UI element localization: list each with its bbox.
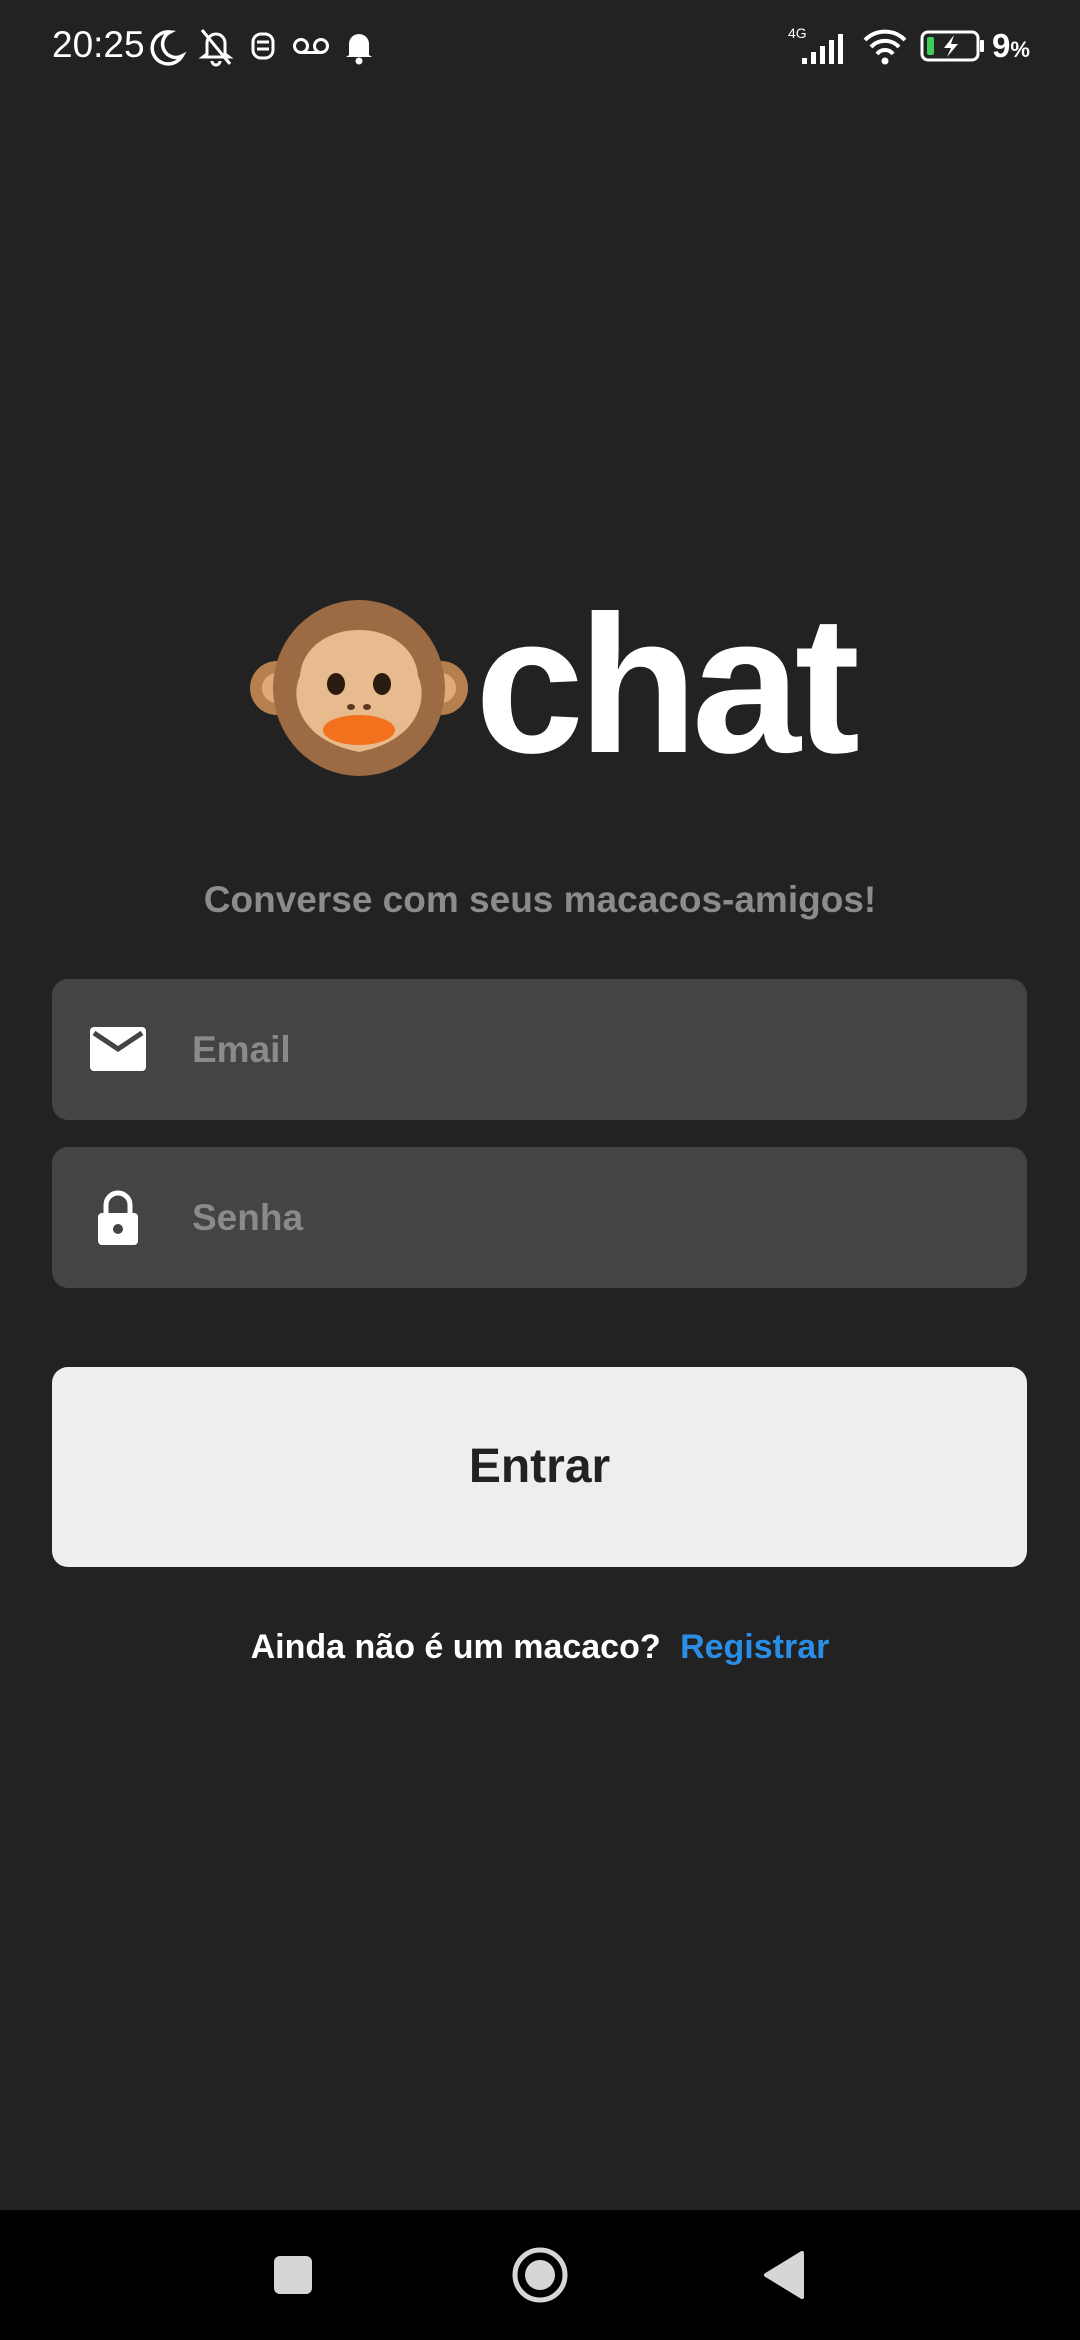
wifi-icon	[863, 29, 907, 65]
register-row: Ainda não é um macaco? Registrar	[0, 1620, 1080, 1674]
recents-button[interactable]	[223, 2210, 363, 2340]
battery-charging-icon	[920, 30, 984, 62]
back-triangle-icon	[764, 2251, 804, 2299]
password-input[interactable]	[180, 1147, 1024, 1288]
monkey-face-icon	[250, 600, 468, 776]
register-question: Ainda não é um macaco?	[250, 1628, 661, 1666]
lock-icon	[98, 1190, 138, 1245]
moon-icon	[150, 30, 187, 66]
login-screen: 20:25 4G 9% chat Converse com seus macac…	[0, 0, 1080, 2340]
status-bar: 20:25 4G 9%	[0, 0, 1080, 92]
bell-off-icon	[198, 29, 234, 67]
cellular-signal-icon: 4G	[788, 25, 843, 64]
home-circle-icon	[512, 2247, 568, 2303]
notification-bell-icon	[346, 34, 372, 65]
mail-icon	[90, 1027, 146, 1071]
email-input[interactable]	[180, 979, 1024, 1120]
login-button[interactable]: Entrar	[52, 1367, 1027, 1567]
status-time: 20:25	[52, 24, 145, 65]
navigation-bar	[0, 2210, 1080, 2340]
battery-percentage: 9%	[992, 27, 1030, 64]
voicemail-icon	[293, 38, 329, 54]
email-field[interactable]	[52, 979, 1027, 1120]
password-field[interactable]	[52, 1147, 1027, 1288]
privacy-icon	[251, 32, 275, 60]
subtitle: Converse com seus macacos-amigos!	[203, 879, 877, 920]
recents-square-icon	[274, 2256, 312, 2294]
register-link[interactable]: Registrar	[680, 1628, 829, 1666]
network-type-label: 4G	[788, 25, 807, 41]
home-button[interactable]	[470, 2210, 610, 2340]
back-button[interactable]	[714, 2210, 854, 2340]
logo-text: chat	[475, 575, 860, 794]
